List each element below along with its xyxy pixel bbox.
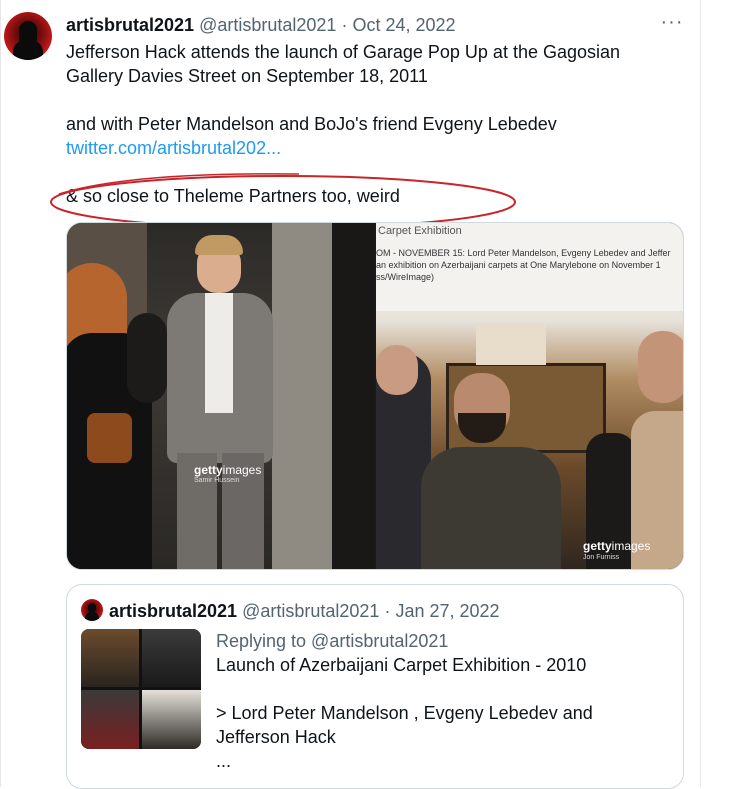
photo-caption-line: an exhibition on Azerbaijani carpets at … bbox=[376, 260, 661, 270]
timeline-divider-left bbox=[0, 0, 1, 787]
tweet-text-line: Jefferson Hack attends the launch of Gar… bbox=[66, 42, 621, 62]
replying-to: Replying to @artisbrutal2021 bbox=[216, 631, 449, 651]
photo-caption-area: Carpet Exhibition OM - NOVEMBER 15: Lord… bbox=[376, 223, 683, 311]
quoted-media-thumbnail bbox=[81, 629, 201, 749]
separator: · bbox=[336, 15, 353, 35]
red-circle-annotation bbox=[50, 173, 516, 228]
more-options-icon[interactable]: ··· bbox=[660, 12, 684, 36]
quoted-text-line: ... bbox=[216, 751, 232, 771]
media-photo-right[interactable]: Carpet Exhibition OM - NOVEMBER 15: Lord… bbox=[376, 223, 683, 569]
photo-caption-title: Carpet Exhibition bbox=[378, 225, 462, 237]
quoted-text-line: Jefferson Hack bbox=[216, 727, 336, 747]
photo-credit: Jon Furniss bbox=[583, 554, 620, 561]
getty-watermark: gettyimages bbox=[194, 463, 261, 477]
getty-watermark: gettyimages bbox=[583, 539, 650, 553]
quoted-text-line: > Lord Peter Mandelson , Evgeny Lebedev … bbox=[216, 703, 593, 723]
photo-credit: Samir Hussein bbox=[194, 477, 240, 484]
quoted-handle: @artisbrutal2021 bbox=[242, 601, 380, 621]
quoted-tweet[interactable]: artisbrutal2021 @artisbrutal2021 · Jan 2… bbox=[66, 584, 684, 789]
quoted-text-line: Launch of Azerbaijani Carpet Exhibition … bbox=[216, 655, 587, 675]
quoted-tweet-header: artisbrutal2021 @artisbrutal2021 · Jan 2… bbox=[109, 599, 500, 623]
getty-watermark-thin: images bbox=[222, 463, 262, 477]
media-photo-left[interactable]: gettyimages Samir Hussein bbox=[67, 223, 374, 569]
avatar[interactable] bbox=[4, 12, 52, 60]
photo-caption-line: OM - NOVEMBER 15: Lord Peter Mandelson, … bbox=[376, 248, 671, 258]
tweet-text-line: and with Peter Mandelson and BoJo's frie… bbox=[66, 114, 557, 134]
timeline-divider-right bbox=[700, 0, 701, 787]
display-name[interactable]: artisbrutal2021 bbox=[66, 15, 194, 35]
quoted-display-name: artisbrutal2021 bbox=[109, 601, 238, 621]
tweet-media[interactable]: gettyimages Samir Hussein Carpet Exhibit… bbox=[66, 222, 684, 570]
avatar-body bbox=[13, 40, 43, 60]
tweet-link[interactable]: twitter.com/artisbrutal202... bbox=[66, 138, 281, 158]
getty-watermark-bold: getty bbox=[583, 539, 612, 553]
getty-watermark-thin: images bbox=[611, 539, 651, 553]
quoted-tweet-text: Replying to @artisbrutal2021 Launch of A… bbox=[216, 629, 666, 773]
separator: · bbox=[379, 601, 396, 621]
quoted-timestamp: Jan 27, 2022 bbox=[395, 601, 500, 621]
tweet-text-line: Gallery Davies Street on September 18, 2… bbox=[66, 66, 428, 86]
tweet-header: artisbrutal2021 @artisbrutal2021 · Oct 2… bbox=[66, 13, 681, 37]
quoted-avatar bbox=[81, 599, 103, 621]
photo-caption-line: ss/WireImage) bbox=[376, 272, 435, 282]
getty-watermark-bold: getty bbox=[194, 463, 223, 477]
timestamp[interactable]: Oct 24, 2022 bbox=[352, 15, 455, 35]
handle[interactable]: @artisbrutal2021 bbox=[199, 15, 336, 35]
tweet-card: artisbrutal2021 @artisbrutal2021 · Oct 2… bbox=[0, 0, 731, 789]
